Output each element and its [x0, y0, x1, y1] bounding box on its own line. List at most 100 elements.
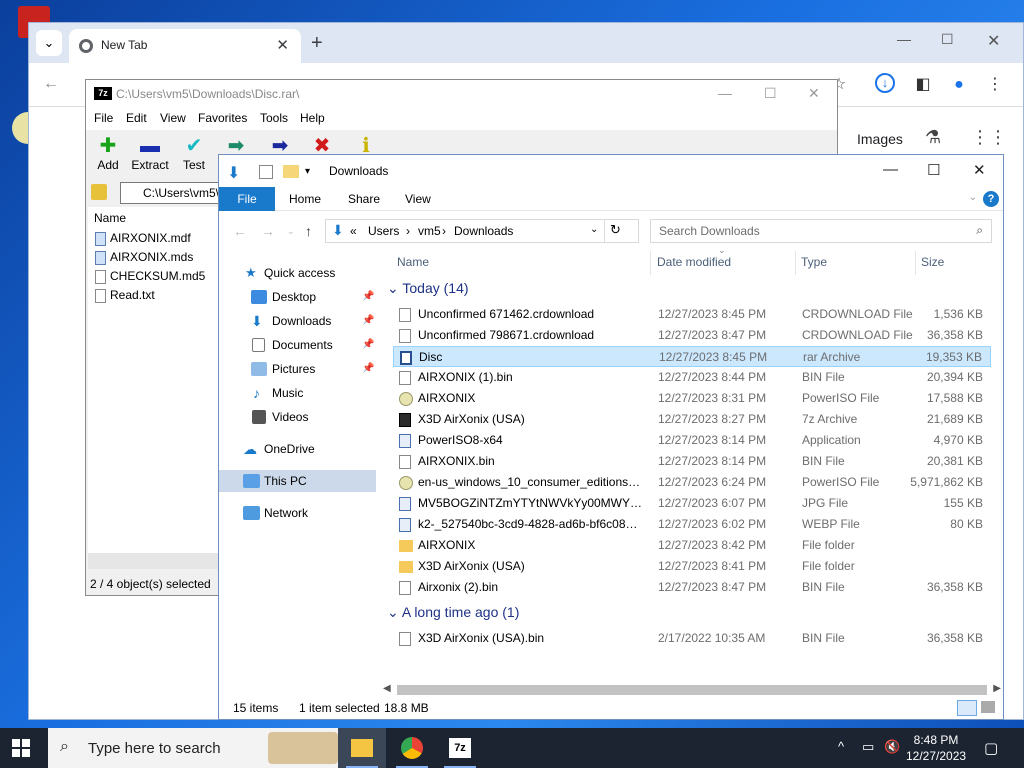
sevenzip-tool-2[interactable]: ✔ Test: [172, 134, 216, 172]
sevenzip-minimize-button[interactable]: —: [718, 85, 732, 101]
pin-icon[interactable]: 📌: [362, 334, 374, 356]
file-row[interactable]: AIRXONIX 12/27/2023 8:42 PM File folder: [393, 535, 991, 556]
nav-quick-access[interactable]: ★ Quick access: [219, 262, 376, 284]
address-dropdown-icon[interactable]: ⌄: [590, 224, 598, 235]
nav-documents[interactable]: Documents 📌: [219, 334, 376, 356]
chrome-close-button[interactable]: ✕: [987, 31, 1000, 51]
chrome-tab-new-tab[interactable]: New Tab ✕: [69, 29, 301, 63]
file-row[interactable]: Airxonix (2).bin 12/27/2023 8:47 PM BIN Fi…: [393, 577, 991, 598]
network-tray-icon[interactable]: ▭: [862, 739, 874, 755]
scroll-right-icon[interactable]: ▶: [993, 683, 1001, 694]
nav-music[interactable]: ♪ Music: [219, 382, 376, 404]
images-link[interactable]: Images: [857, 131, 903, 147]
file-row[interactable]: k2-_527540bc-3cd9-4828-ad6b-bf6c0899... 1…: [393, 514, 991, 535]
profile-avatar-icon[interactable]: ●: [947, 73, 971, 97]
breadcrumb-vm5[interactable]: vm5: [418, 224, 441, 238]
taskbar-7zip[interactable]: 7z: [436, 728, 484, 768]
address-bar[interactable]: ⬇ « Users › vm5 › Downloads ⌄ ↻: [325, 219, 639, 243]
menu-help[interactable]: Help: [300, 111, 325, 125]
customize-quick-access-icon[interactable]: ▾: [305, 166, 310, 177]
file-row[interactable]: MV5BOGZiNTZmYTYtNWVkYy00MWY0L... 12/27/20…: [393, 493, 991, 514]
file-row[interactable]: X3D AirXonix (USA).bin 2/17/2022 10:35 AM…: [393, 628, 991, 649]
group-header[interactable]: ⌄ A long time ago (1): [387, 604, 519, 621]
menu-file[interactable]: File: [94, 111, 113, 125]
download-icon[interactable]: ↓: [875, 73, 895, 93]
expand-ribbon-icon[interactable]: ⌄: [969, 192, 977, 203]
column-divider[interactable]: [795, 251, 796, 275]
column-divider[interactable]: [915, 251, 916, 275]
forward-arrow-icon[interactable]: →: [261, 223, 275, 239]
column-header-type[interactable]: Type: [801, 251, 827, 275]
side-panel-icon[interactable]: ◧: [911, 73, 935, 97]
ribbon-tab-file[interactable]: File: [219, 187, 275, 211]
show-hidden-icons-icon[interactable]: ^: [838, 739, 844, 754]
menu-edit[interactable]: Edit: [126, 111, 147, 125]
group-header[interactable]: ⌄ Today (14): [387, 280, 469, 297]
details-view-icon[interactable]: [957, 700, 977, 716]
column-divider[interactable]: [650, 251, 651, 275]
large-icons-view-icon[interactable]: [981, 701, 995, 713]
back-arrow-icon[interactable]: ←: [233, 223, 247, 239]
breadcrumb-users[interactable]: Users: [368, 224, 399, 238]
back-arrow-icon[interactable]: ←: [43, 75, 59, 93]
address-overflow[interactable]: «: [350, 224, 357, 238]
up-arrow-icon[interactable]: ↑: [305, 223, 312, 239]
labs-flask-icon[interactable]: ⚗: [925, 127, 941, 148]
explorer-maximize-button[interactable]: ☐: [927, 161, 940, 179]
nav-this-pc[interactable]: This PC: [219, 470, 376, 492]
taskbar-search[interactable]: ⌕ Type here to search: [48, 728, 344, 768]
menu-kebab-icon[interactable]: ⋮: [983, 73, 1007, 97]
menu-tools[interactable]: Tools: [260, 111, 288, 125]
nav-videos[interactable]: Videos: [219, 406, 376, 428]
file-row[interactable]: AIRXONIX (1).bin 12/27/2023 8:44 PM BIN Fi…: [393, 367, 991, 388]
nav-onedrive[interactable]: ☁ OneDrive: [219, 438, 376, 460]
taskbar-chrome[interactable]: [388, 728, 436, 768]
apps-grid-icon[interactable]: ⋮⋮: [971, 127, 1007, 148]
pin-icon[interactable]: 📌: [362, 358, 374, 380]
chrome-maximize-button[interactable]: ☐: [941, 31, 954, 48]
refresh-icon[interactable]: ↻: [610, 222, 621, 238]
sevenzip-scrollbar[interactable]: [88, 553, 218, 569]
file-row[interactable]: AIRXONIX.bin 12/27/2023 8:14 PM BIN File 20…: [393, 451, 991, 472]
folder-up-icon[interactable]: [91, 184, 107, 200]
menu-view[interactable]: View: [160, 111, 186, 125]
pin-icon[interactable]: 📌: [362, 310, 374, 332]
search-input[interactable]: Search Downloads ⌕: [650, 219, 992, 243]
column-header-date[interactable]: Date modified: [657, 251, 731, 275]
sevenzip-tool-0[interactable]: ✚ Add: [86, 134, 130, 172]
file-row[interactable]: X3D AirXonix (USA) 12/27/2023 8:41 PM File…: [393, 556, 991, 577]
help-icon[interactable]: ?: [983, 191, 999, 207]
column-header-name[interactable]: Name: [397, 251, 429, 275]
collapse-chevron-icon[interactable]: ⌄: [387, 604, 402, 620]
nav-network[interactable]: Network: [219, 502, 376, 524]
horizontal-scrollbar[interactable]: ◀ ▶: [383, 683, 1003, 697]
ribbon-tab-share[interactable]: Share: [348, 192, 380, 206]
tab-search-button[interactable]: ⌄: [36, 30, 62, 56]
new-folder-icon[interactable]: [283, 165, 299, 178]
notifications-icon[interactable]: ▢: [984, 739, 998, 757]
sevenzip-tool-1[interactable]: ▬ Extract: [128, 134, 172, 172]
pin-icon[interactable]: 📌: [362, 286, 374, 308]
ribbon-tab-view[interactable]: View: [405, 192, 431, 206]
taskbar-clock[interactable]: 8:48 PM 12/27/2023: [906, 732, 966, 764]
recent-locations-icon[interactable]: ⌄: [287, 226, 295, 237]
chrome-minimize-button[interactable]: —: [897, 31, 911, 47]
breadcrumb-downloads[interactable]: Downloads: [454, 224, 513, 238]
taskbar-file-explorer[interactable]: [338, 728, 386, 768]
nav-downloads[interactable]: ⬇ Downloads 📌: [219, 310, 376, 332]
file-row[interactable]: en-us_windows_10_consumer_editions_v... 1…: [393, 472, 991, 493]
nav-pictures[interactable]: Pictures 📌: [219, 358, 376, 380]
column-header-size[interactable]: Size: [921, 251, 944, 275]
file-row[interactable]: AIRXONIX 12/27/2023 8:31 PM PowerISO File 1…: [393, 388, 991, 409]
file-row[interactable]: PowerISO8-x64 12/27/2023 8:14 PM Applicati…: [393, 430, 991, 451]
properties-checkbox-icon[interactable]: [259, 165, 273, 179]
ribbon-tab-home[interactable]: Home: [289, 192, 321, 206]
file-row[interactable]: Disc 12/27/2023 8:45 PM rar Archive 19,353 …: [393, 346, 991, 367]
nav-desktop[interactable]: Desktop 📌: [219, 286, 376, 308]
scroll-left-icon[interactable]: ◀: [383, 683, 391, 694]
menu-favorites[interactable]: Favorites: [198, 111, 247, 125]
collapse-chevron-icon[interactable]: ⌄: [387, 280, 402, 296]
file-row[interactable]: X3D AirXonix (USA) 12/27/2023 8:27 PM 7z A…: [393, 409, 991, 430]
file-row[interactable]: Unconfirmed 798671.crdownload 12/27/2023 …: [393, 325, 991, 346]
close-tab-icon[interactable]: ✕: [276, 36, 289, 54]
